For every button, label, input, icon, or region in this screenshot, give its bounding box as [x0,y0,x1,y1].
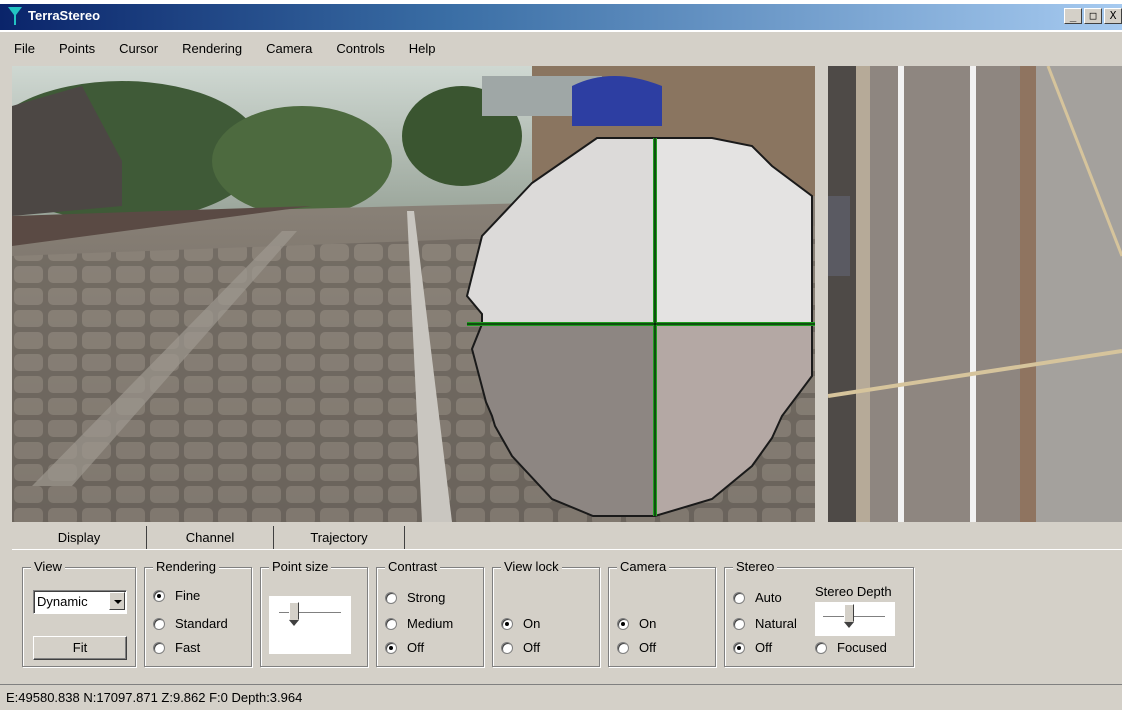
camera-group-title: Camera [617,559,670,574]
radio-dot [385,617,397,630]
point-size-group-title: Point size [269,559,332,574]
stereo-off-label: Off [755,640,773,655]
point-cloud-viewport[interactable] [12,66,815,522]
status-bar: E:49580.838 N:17097.871 Z:9.862 F:0 Dept… [0,684,1122,710]
slider-track [279,612,341,614]
radio-dot [617,641,629,654]
close-button[interactable]: X [1104,8,1122,24]
menu-controls[interactable]: Controls [336,41,384,56]
panel-tabs: Display Channel Trajectory [12,526,405,550]
stereo-off-radio[interactable]: Off [733,640,772,655]
radio-dot [153,617,165,630]
view-lock-on-label: On [523,616,541,631]
rendering-standard-radio[interactable]: Standard [153,616,228,631]
view-lock-on-radio[interactable]: On [501,616,540,631]
maximize-button[interactable]: □ [1084,8,1102,24]
contrast-strong-label: Strong [407,590,446,605]
view-lock-off-label: Off [523,640,541,655]
radio-dot [385,641,397,654]
menu-points[interactable]: Points [59,41,95,56]
view-lock-group: View lock On Off [492,559,600,667]
stereo-depth-label: Stereo Depth [815,584,892,599]
tab-trajectory[interactable]: Trajectory [274,526,405,549]
stereo-auto-label: Auto [755,590,782,605]
chevron-down-icon[interactable] [109,592,125,610]
view-mode-value: Dynamic [37,594,88,609]
contrast-off-radio[interactable]: Off [385,640,424,655]
rendering-fast-radio[interactable]: Fast [153,640,200,655]
radio-dot [385,591,397,604]
contrast-off-label: Off [407,640,425,655]
camera-on-radio[interactable]: On [617,616,656,631]
top-view-viewport[interactable] [828,66,1122,522]
slider-thumb[interactable] [289,602,300,626]
radio-dot [733,617,745,630]
point-size-slider[interactable] [269,596,351,654]
top-down-image [828,66,1122,522]
street-scene-image [12,66,815,522]
view-mode-select[interactable]: Dynamic [33,590,127,614]
radio-dot [617,617,629,630]
rendering-group: Rendering Fine Standard Fast [144,559,252,667]
menu-rendering[interactable]: Rendering [182,41,242,56]
rendering-standard-label: Standard [175,616,228,631]
rendering-fine-label: Fine [175,588,201,603]
camera-off-radio[interactable]: Off [617,640,656,655]
menu-camera[interactable]: Camera [266,41,312,56]
window-controls: _ □ X [1064,8,1122,24]
view-group: View Dynamic Fit [22,559,136,667]
fit-button[interactable]: Fit [33,636,127,660]
contrast-group: Contrast Strong Medium Off [376,559,484,667]
title-bar-background [0,4,1122,30]
menu-cursor[interactable]: Cursor [119,41,158,56]
stereo-natural-label: Natural [755,616,797,631]
radio-dot [153,589,165,602]
menu-bar: File Points Cursor Rendering Camera Cont… [0,33,1122,63]
contrast-medium-radio[interactable]: Medium [385,616,453,631]
radio-dot [733,591,745,604]
radio-dot [501,641,513,654]
menu-help[interactable]: Help [409,41,436,56]
radio-dot [733,641,745,654]
view-group-title: View [31,559,65,574]
stereo-focused-radio[interactable]: Focused [815,640,887,655]
contrast-strong-radio[interactable]: Strong [385,590,445,605]
point-size-group: Point size [260,559,368,667]
view-lock-off-radio[interactable]: Off [501,640,540,655]
camera-on-label: On [639,616,657,631]
rendering-fine-radio[interactable]: Fine [153,588,200,603]
stereo-natural-radio[interactable]: Natural [733,616,797,631]
menu-file[interactable]: File [14,41,35,56]
contrast-group-title: Contrast [385,559,441,574]
radio-dot [501,617,513,630]
window-title: TerraStereo [28,8,101,23]
stereo-group-title: Stereo [733,559,778,574]
view-lock-group-title: View lock [501,559,562,574]
title-bar: TerraStereo _ □ X [0,0,1122,32]
tab-display[interactable]: Display [12,526,147,549]
stereo-group: Stereo Auto Natural Off Stereo Depth Foc… [724,559,914,667]
slider-track [823,616,885,618]
radio-dot [153,641,165,654]
rendering-fast-label: Fast [175,640,201,655]
stereo-depth-slider[interactable] [815,602,895,636]
contrast-medium-label: Medium [407,616,454,631]
stereo-focused-label: Focused [837,640,887,655]
minimize-button[interactable]: _ [1064,8,1082,24]
camera-group: Camera On Off [608,559,716,667]
camera-off-label: Off [639,640,657,655]
terrastereo-logo-icon [8,7,22,25]
radio-dot [815,641,827,654]
stereo-auto-radio[interactable]: Auto [733,590,782,605]
rendering-group-title: Rendering [153,559,219,574]
tab-channel[interactable]: Channel [147,526,274,549]
slider-thumb[interactable] [843,604,854,628]
status-coordinates: E:49580.838 N:17097.871 Z:9.862 F:0 Dept… [6,690,303,705]
